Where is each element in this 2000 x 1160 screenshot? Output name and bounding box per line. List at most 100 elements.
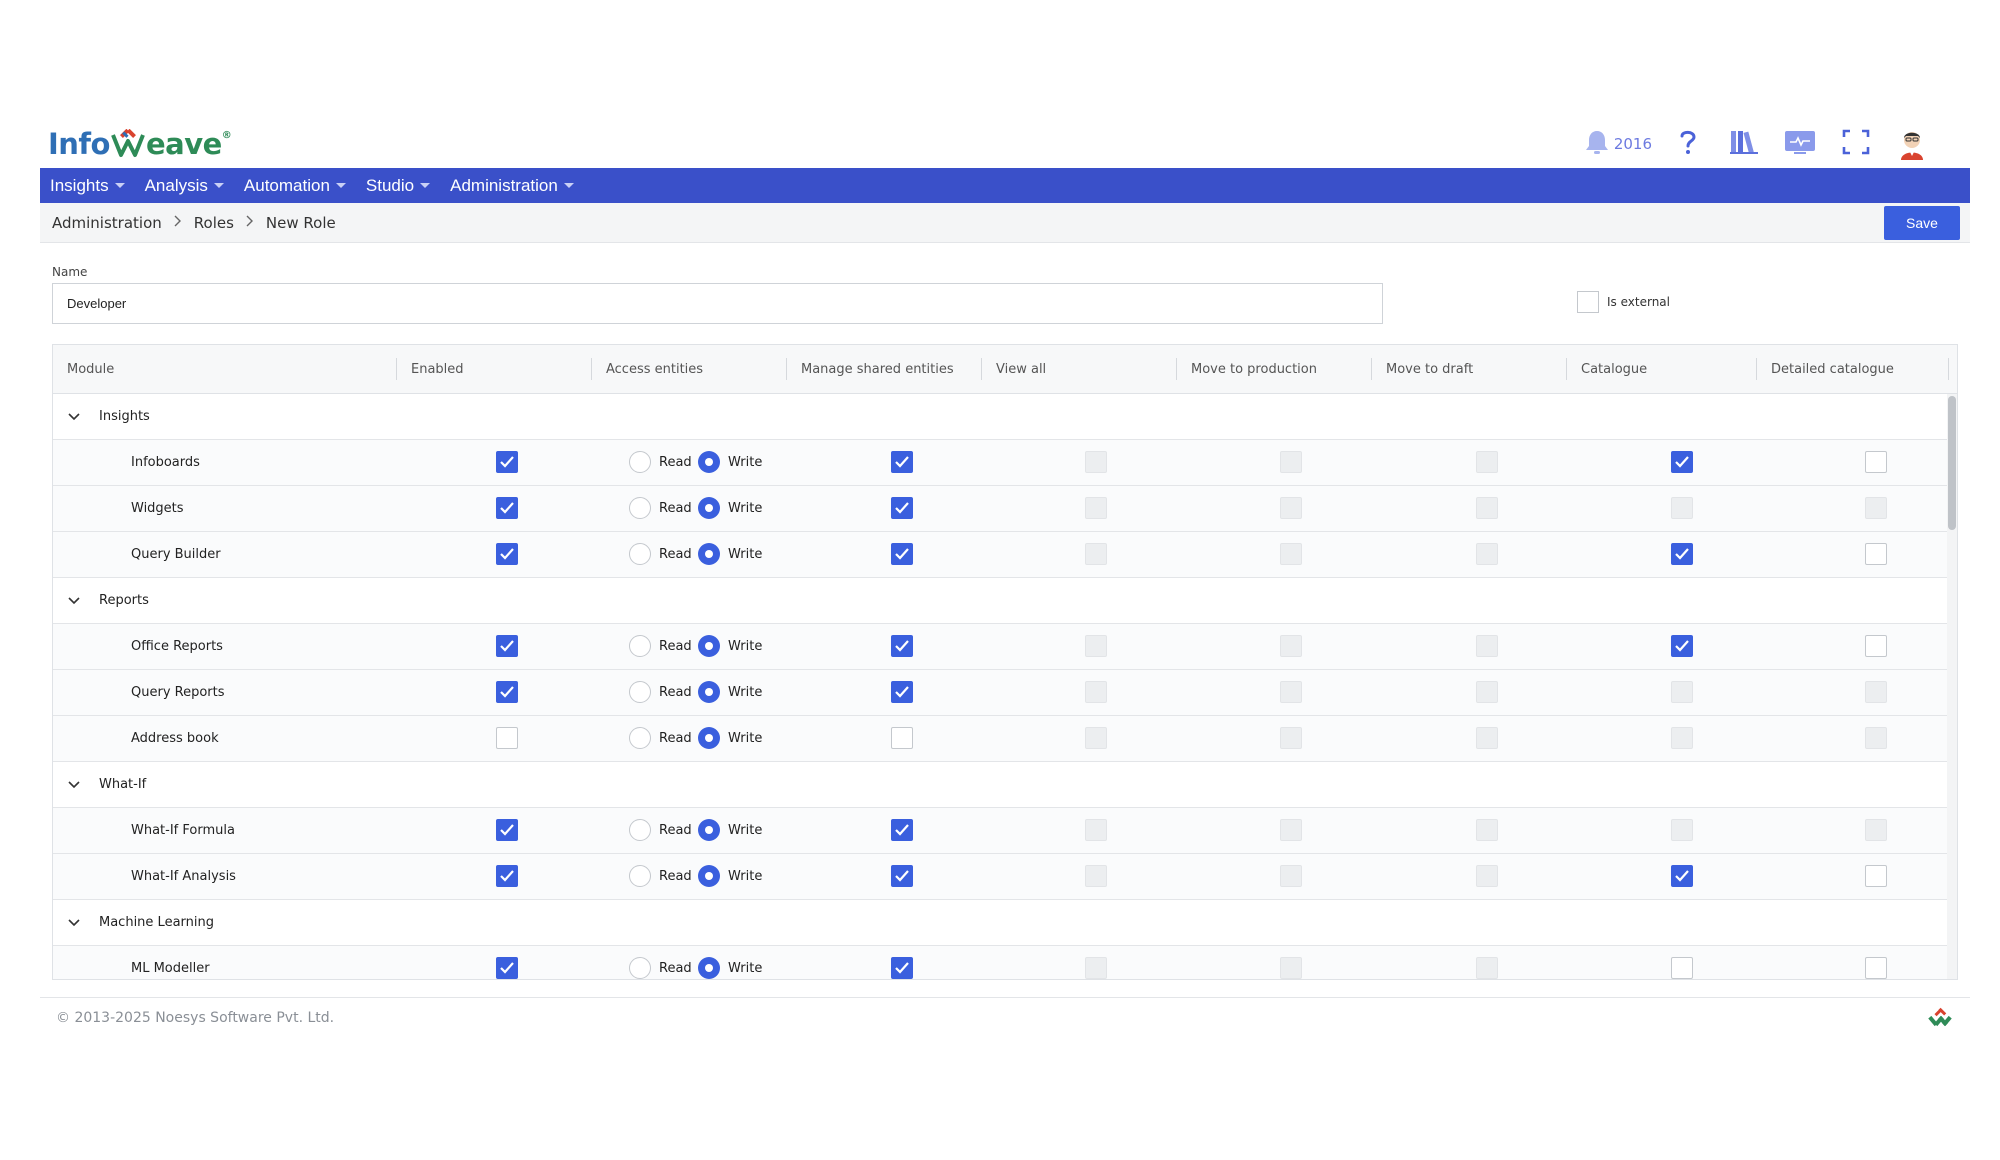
manage-shared-checkbox[interactable] (891, 819, 913, 841)
manage-shared-checkbox[interactable] (891, 543, 913, 565)
module-name: Address book (131, 731, 219, 746)
write-label: Write (728, 731, 763, 746)
manage-shared-checkbox[interactable] (891, 865, 913, 887)
move-to-production-checkbox (1280, 635, 1302, 657)
enabled-checkbox[interactable] (496, 451, 518, 473)
module-name: Office Reports (131, 639, 223, 654)
scrollbar-thumb[interactable] (1948, 396, 1956, 530)
breadcrumb-administration[interactable]: Administration (52, 214, 162, 232)
move-to-draft-checkbox (1476, 543, 1498, 565)
nav-automation[interactable]: Automation (244, 176, 346, 196)
move-to-production-checkbox (1280, 681, 1302, 703)
enabled-checkbox[interactable] (496, 635, 518, 657)
enabled-checkbox[interactable] (496, 819, 518, 841)
footer-divider (40, 997, 1970, 998)
library-button[interactable] (1716, 122, 1772, 166)
move-to-production-checkbox (1280, 543, 1302, 565)
write-radio[interactable] (698, 819, 720, 841)
nav-analysis[interactable]: Analysis (145, 176, 224, 196)
notifications-button[interactable]: 2016 (1576, 122, 1660, 166)
chevron-down-icon[interactable] (67, 777, 81, 791)
move-to-production-checkbox (1280, 819, 1302, 841)
enabled-checkbox[interactable] (496, 497, 518, 519)
read-radio[interactable] (629, 819, 651, 841)
read-radio[interactable] (629, 727, 651, 749)
manage-shared-checkbox[interactable] (891, 497, 913, 519)
detailed-catalogue-checkbox[interactable] (1865, 635, 1887, 657)
write-radio[interactable] (698, 451, 720, 473)
fullscreen-button[interactable] (1828, 122, 1884, 166)
column-header-access-entities: Access entities (592, 345, 787, 394)
catalogue-checkbox[interactable] (1671, 865, 1693, 887)
chevron-down-icon[interactable] (67, 915, 81, 929)
breadcrumb-roles[interactable]: Roles (194, 214, 234, 232)
read-radio[interactable] (629, 957, 651, 979)
read-radio[interactable] (629, 497, 651, 519)
read-label: Read (659, 547, 692, 562)
enabled-checkbox[interactable] (496, 957, 518, 979)
nav-administration[interactable]: Administration (450, 176, 574, 196)
detailed-catalogue-checkbox[interactable] (1865, 865, 1887, 887)
read-radio[interactable] (629, 635, 651, 657)
table-row: ML Modeller Read Write (53, 946, 1957, 979)
is-external-checkbox[interactable] (1577, 291, 1599, 313)
manage-shared-checkbox[interactable] (891, 451, 913, 473)
breadcrumb-new-role: New Role (265, 213, 336, 232)
module-name: Query Builder (131, 547, 221, 562)
table-scrollbar[interactable] (1947, 394, 1957, 979)
table-row: Infoboards Read Write (53, 440, 1957, 486)
nav-insights[interactable]: Insights (50, 176, 125, 196)
module-name: Query Reports (131, 685, 225, 700)
group-label: Reports (99, 593, 149, 608)
group-row[interactable]: Reports (53, 578, 1957, 624)
write-radio[interactable] (698, 957, 720, 979)
write-radio[interactable] (698, 497, 720, 519)
column-header-label: Detailed catalogue (1771, 362, 1894, 377)
write-radio[interactable] (698, 543, 720, 565)
write-radio[interactable] (698, 635, 720, 657)
column-header-label: Move to production (1191, 362, 1317, 377)
read-radio[interactable] (629, 865, 651, 887)
detailed-catalogue-checkbox (1865, 681, 1887, 703)
column-header-label: View all (996, 362, 1047, 377)
group-row[interactable]: Insights (53, 394, 1957, 440)
name-input[interactable] (52, 283, 1383, 324)
monitor-button[interactable] (1772, 122, 1828, 166)
group-row[interactable]: What-If (53, 762, 1957, 808)
manage-shared-checkbox[interactable] (891, 635, 913, 657)
catalogue-checkbox[interactable] (1671, 957, 1693, 979)
library-icon (1729, 128, 1759, 160)
enabled-checkbox[interactable] (496, 727, 518, 749)
caret-down-icon (420, 183, 431, 188)
read-radio[interactable] (629, 681, 651, 703)
user-avatar[interactable] (1884, 122, 1940, 166)
nav-studio[interactable]: Studio (366, 176, 431, 196)
catalogue-checkbox[interactable] (1671, 635, 1693, 657)
enabled-checkbox[interactable] (496, 865, 518, 887)
save-button[interactable]: Save (1884, 206, 1960, 240)
detailed-catalogue-checkbox[interactable] (1865, 957, 1887, 979)
chevron-down-icon[interactable] (67, 593, 81, 607)
enabled-checkbox[interactable] (496, 543, 518, 565)
catalogue-checkbox[interactable] (1671, 451, 1693, 473)
read-radio[interactable] (629, 543, 651, 565)
group-row[interactable]: Machine Learning (53, 900, 1957, 946)
write-radio[interactable] (698, 681, 720, 703)
manage-shared-checkbox[interactable] (891, 957, 913, 979)
write-radio[interactable] (698, 727, 720, 749)
catalogue-checkbox (1671, 497, 1693, 519)
infoweave-logo[interactable]: Info eave ® (48, 124, 232, 164)
write-radio[interactable] (698, 865, 720, 887)
move-to-draft-checkbox (1476, 865, 1498, 887)
read-radio[interactable] (629, 451, 651, 473)
catalogue-checkbox[interactable] (1671, 543, 1693, 565)
enabled-checkbox[interactable] (496, 681, 518, 703)
manage-shared-checkbox[interactable] (891, 681, 913, 703)
column-header-label: Move to draft (1386, 362, 1474, 377)
help-button[interactable] (1660, 122, 1716, 166)
manage-shared-checkbox[interactable] (891, 727, 913, 749)
detailed-catalogue-checkbox[interactable] (1865, 543, 1887, 565)
chevron-down-icon[interactable] (67, 409, 81, 423)
detailed-catalogue-checkbox[interactable] (1865, 451, 1887, 473)
table-row: Widgets Read Write (53, 486, 1957, 532)
